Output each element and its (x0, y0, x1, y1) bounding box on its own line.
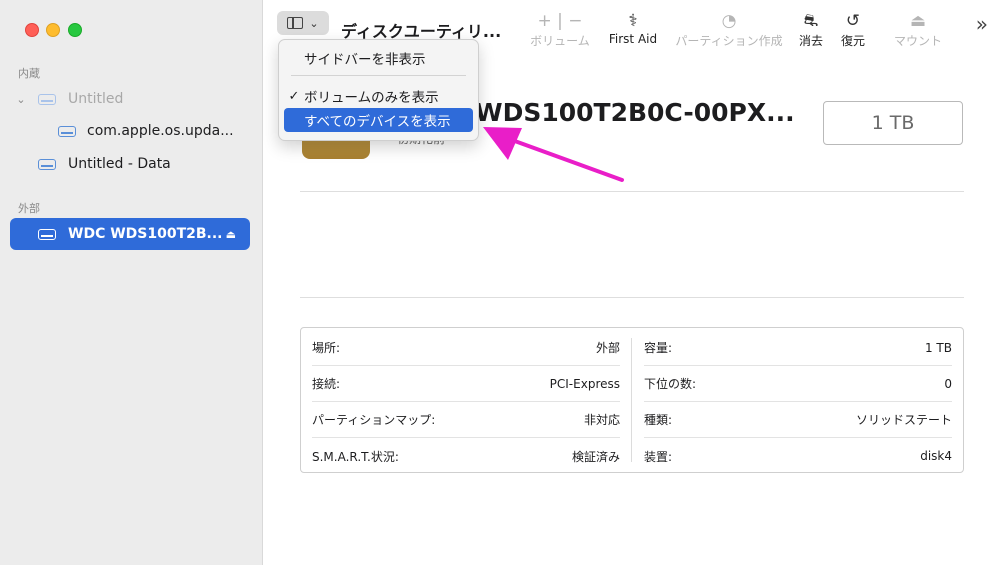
device-name: WDS100T2B0C-00PX... (475, 98, 795, 127)
partition-button[interactable]: ◔ パーティション作成 (671, 10, 787, 49)
checkmark-icon: ✓ (288, 88, 300, 104)
restore-icon: ↺ (845, 11, 861, 31)
partition-label: パーティション作成 (675, 34, 783, 48)
sidebar-item-label: WDC WDS100T2B... (68, 226, 223, 242)
erase-label: 消去 (798, 34, 823, 48)
info-row-smart-status: S.M.A.R.T.状況: 検証済み (312, 438, 620, 474)
toolbar-overflow-icon[interactable]: » (976, 12, 988, 36)
mount-button[interactable]: ⏏ マウント (890, 10, 946, 49)
disk-icon (58, 125, 76, 137)
section-label-internal: 内蔵 (18, 67, 40, 80)
erase-button[interactable]: ⛐ 消去 (796, 10, 826, 49)
sidebar-icon (287, 17, 304, 29)
minimize-window-button[interactable] (46, 23, 60, 37)
info-value: PCI-Express (549, 376, 620, 391)
disk-icon (38, 158, 56, 170)
info-label: 場所: (312, 341, 341, 355)
info-value: 1 TB (924, 340, 952, 355)
device-info-table: 場所: 外部 接続: PCI-Express パーティションマップ: 非対応 S… (300, 327, 964, 473)
sidebar-item-label: Untitled (68, 91, 124, 107)
stethoscope-icon: ⚕ (628, 11, 638, 31)
info-row-type: 種類: ソリッドステート (644, 402, 952, 438)
zoom-window-button[interactable] (68, 23, 82, 37)
menu-item-label: サイドバーを非表示 (304, 52, 426, 68)
menu-item-label: ボリュームのみを表示 (304, 90, 439, 106)
menu-item-show-volumes-only[interactable]: ✓ ボリュームのみを表示 (284, 84, 473, 108)
column-divider (631, 338, 632, 462)
menu-separator (291, 75, 466, 76)
info-label: 種類: (644, 413, 673, 427)
divider (300, 297, 964, 298)
volume-button[interactable]: + | − ボリューム (525, 10, 595, 49)
info-value: disk4 (920, 449, 952, 463)
sidebar-item-untitled[interactable]: ⌄ Untitled (10, 83, 250, 115)
info-row-capacity: 容量: 1 TB (644, 330, 952, 366)
info-row-location: 場所: 外部 (312, 330, 620, 366)
sidebar-item-wdc-drive[interactable]: WDC WDS100T2B... ⏏ (10, 218, 250, 250)
info-label: パーティションマップ: (312, 413, 436, 427)
chevron-down-icon[interactable]: ⌄ (12, 93, 30, 106)
restore-label: 復元 (840, 34, 865, 48)
info-label: 容量: (644, 341, 673, 355)
section-label-external: 外部 (18, 202, 40, 215)
capacity-display: 1 TB (823, 101, 963, 145)
info-label: S.M.A.R.T.状況: (312, 449, 399, 464)
sidebar-item-os-update[interactable]: com.apple.os.upda... (10, 115, 250, 147)
mount-label: マウント (893, 34, 942, 48)
sidebar-item-label: Untitled - Data (68, 156, 171, 172)
disk-icon (38, 228, 56, 240)
chevron-down-icon: ⌄ (309, 16, 319, 30)
pie-chart-icon: ◔ (721, 11, 737, 31)
erase-drive-icon: ⛐ (803, 11, 819, 31)
info-value: 0 (944, 376, 952, 391)
sidebar-item-untitled-data[interactable]: Untitled - Data (10, 148, 250, 180)
restore-button[interactable]: ↺ 復元 (838, 10, 868, 49)
volume-label: ボリューム (530, 34, 590, 48)
sidebar: 内蔵 ⌄ Untitled com.apple.os.upda... Untit… (0, 0, 263, 565)
menu-item-label: すべてのデバイスを表示 (304, 114, 451, 130)
first-aid-label: First Aid (608, 32, 658, 46)
view-menu: サイドバーを非表示 ✓ ボリュームのみを表示 すべてのデバイスを表示 (278, 39, 479, 141)
info-value: 外部 (595, 341, 620, 355)
info-row-partition-map: パーティションマップ: 非対応 (312, 402, 620, 438)
info-value: ソリッドステート (855, 413, 952, 427)
info-value: 非対応 (583, 413, 620, 427)
disk-icon (38, 93, 56, 105)
plus-minus-icon: + | − (537, 11, 583, 31)
info-label: 接続: (312, 377, 341, 391)
first-aid-button[interactable]: ⚕ First Aid (603, 10, 663, 46)
divider (300, 191, 964, 192)
mount-icon: ⏏ (909, 11, 927, 31)
info-row-device: 装置: disk4 (644, 438, 952, 474)
info-label: 下位の数: (644, 377, 697, 391)
sidebar-view-button[interactable]: ⌄ (277, 11, 329, 35)
sidebar-item-label: com.apple.os.upda... (87, 123, 234, 139)
eject-icon[interactable]: ⏏ (226, 228, 236, 241)
menu-item-show-all-devices[interactable]: すべてのデバイスを表示 (284, 108, 473, 132)
info-value: 検証済み (571, 449, 620, 464)
info-label: 装置: (644, 449, 673, 464)
info-row-connection: 接続: PCI-Express (312, 366, 620, 402)
info-row-child-count: 下位の数: 0 (644, 366, 952, 402)
menu-item-hide-sidebar[interactable]: サイドバーを非表示 (284, 46, 473, 70)
close-window-button[interactable] (25, 23, 39, 37)
